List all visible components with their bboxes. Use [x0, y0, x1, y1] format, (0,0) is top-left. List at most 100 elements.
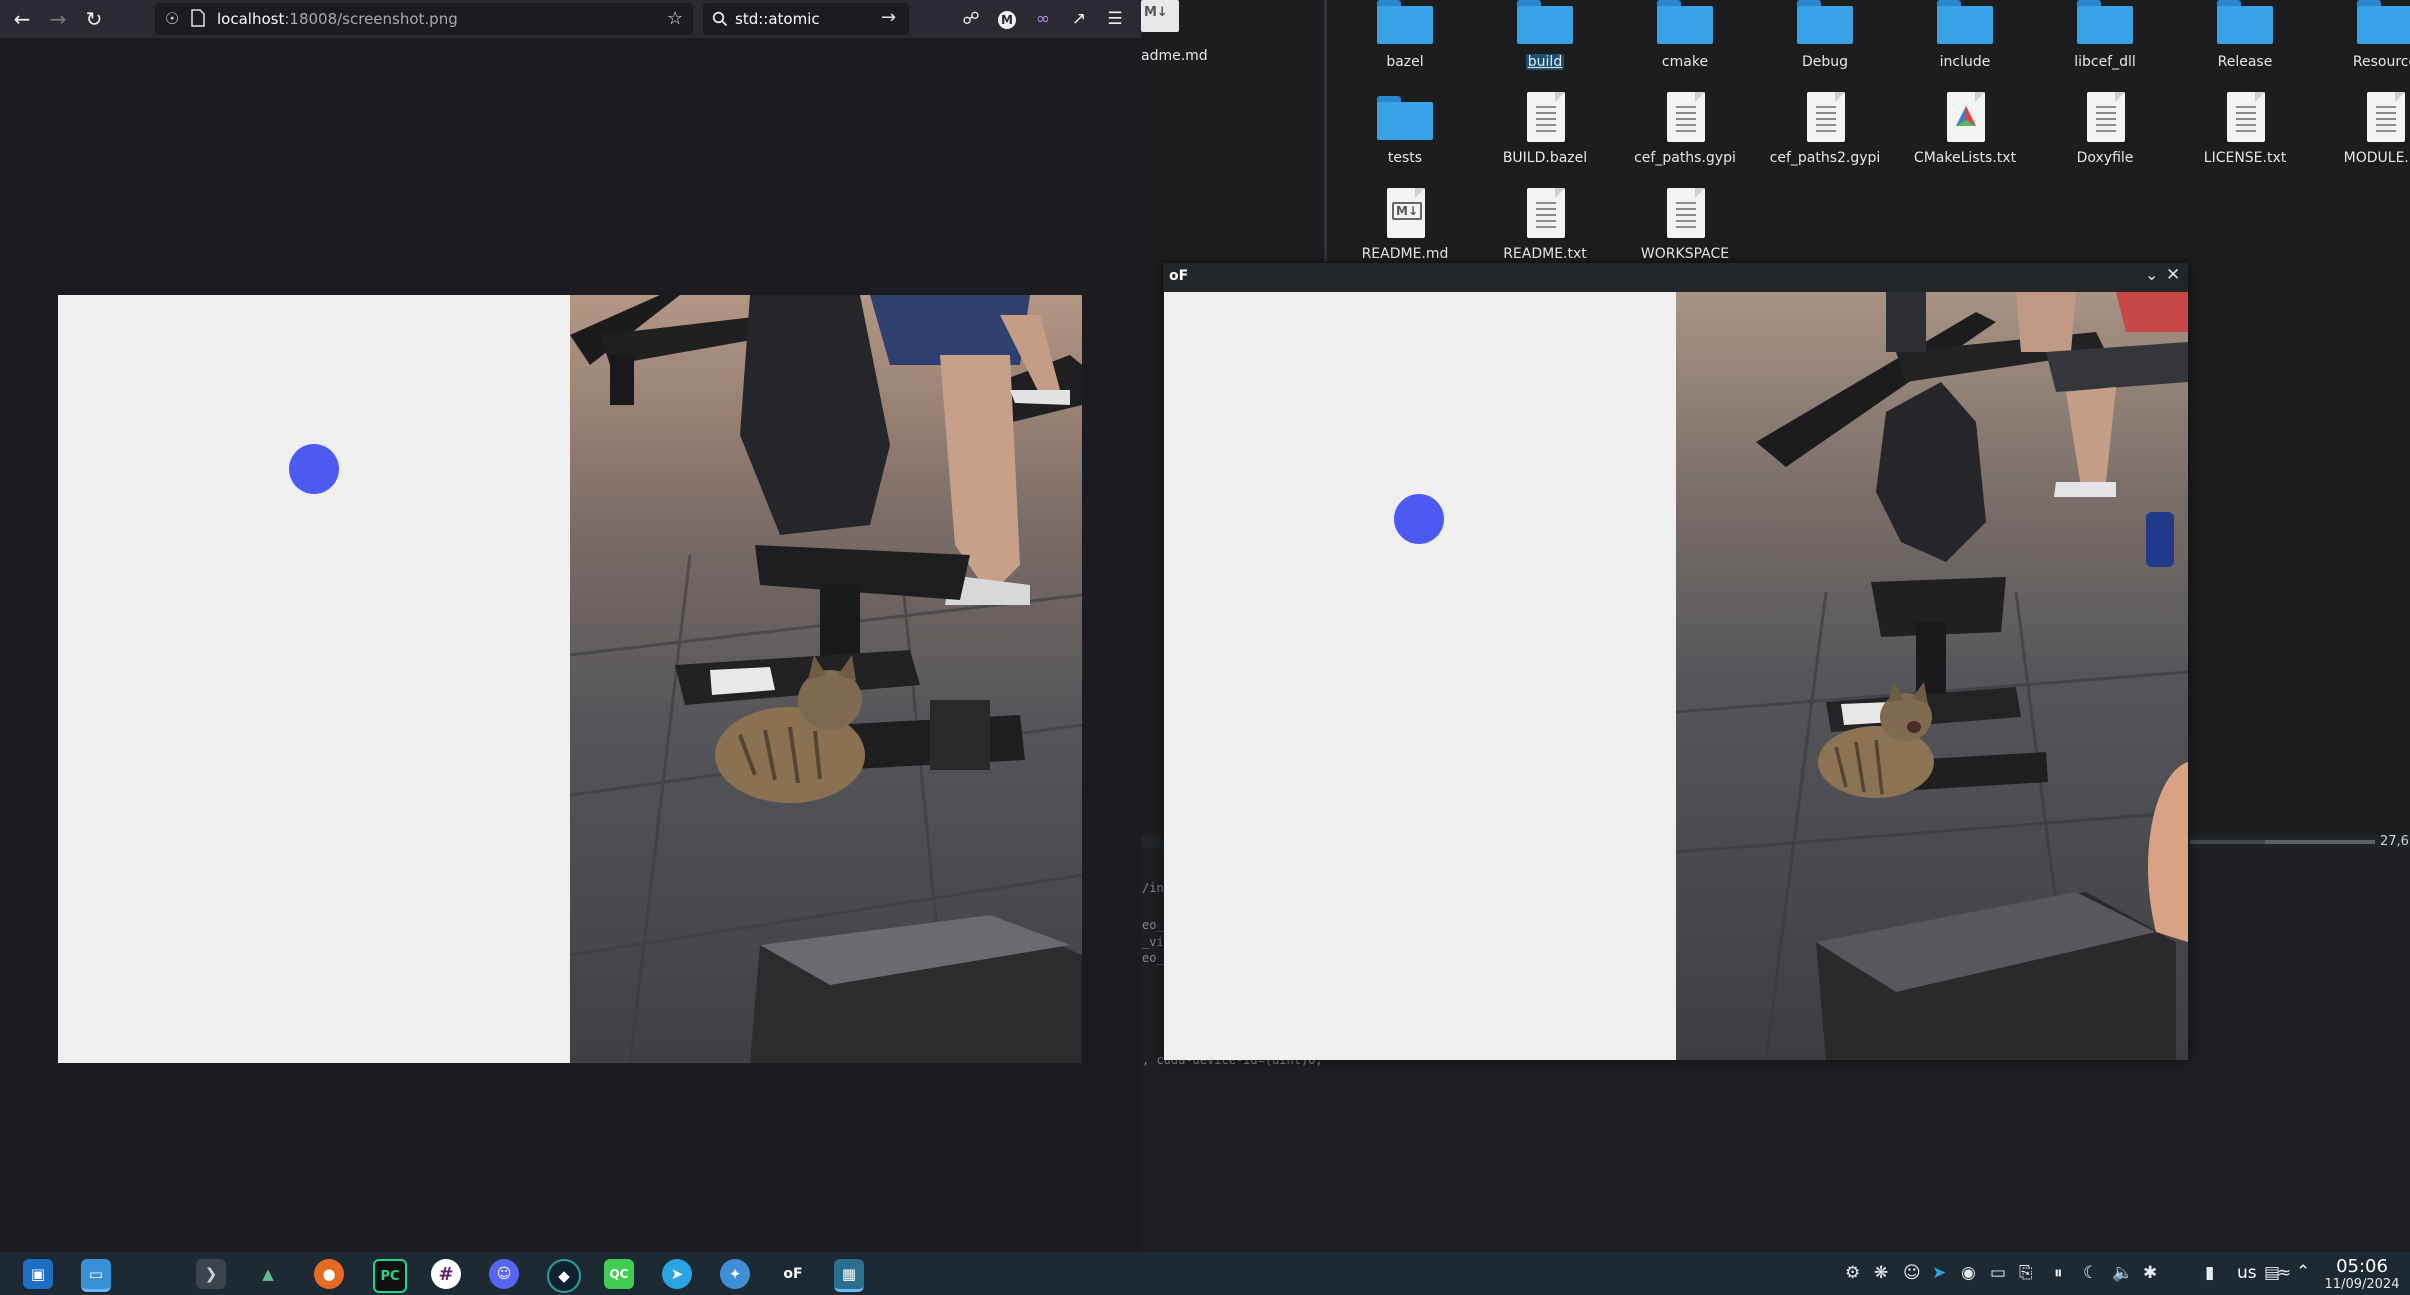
file-label: WORKSPACE: [1620, 246, 1750, 262]
chevron-up-icon[interactable]: ⌃: [2296, 1262, 2310, 1282]
menu-icon[interactable]: ☰: [1102, 6, 1128, 32]
openframeworks-icon[interactable]: oF: [778, 1259, 808, 1289]
close-icon[interactable]: ✕: [2166, 265, 2180, 285]
markdown-file-icon: M↓: [1141, 0, 1179, 32]
shield-icon[interactable]: ☉: [165, 9, 179, 28]
text-file-icon: [2087, 92, 2125, 142]
progress-label: 27,6: [2380, 834, 2409, 849]
extension-icon[interactable]: ∞: [1030, 6, 1056, 32]
file-item[interactable]: cef_paths.gypi: [1620, 90, 1750, 180]
file-item[interactable]: Doxyfile: [2040, 90, 2170, 180]
clipboard-icon[interactable]: ⎘: [2019, 1263, 2033, 1283]
discord-icon[interactable]: ☺: [489, 1259, 519, 1289]
folder-icon: [2357, 0, 2410, 46]
search-input[interactable]: std::atomic: [735, 10, 820, 28]
file-name: cef_paths2.gypi: [1769, 150, 1881, 166]
screenshot-tool-icon[interactable]: ▦: [834, 1259, 864, 1292]
file-item[interactable]: build: [1480, 0, 1610, 84]
blue-dot: [1394, 494, 1444, 544]
telegram-tray-icon[interactable]: ➤: [1932, 1263, 1946, 1283]
file-item[interactable]: cef_paths2.gypi: [1760, 90, 1890, 180]
discord-tray-icon[interactable]: ☺: [1903, 1263, 1921, 1283]
blue-dot: [289, 444, 339, 494]
system-monitor-icon[interactable]: ▲: [253, 1259, 283, 1289]
wifi-icon[interactable]: ≈: [2277, 1263, 2291, 1283]
file-item[interactable]: BUILD.bazel: [1480, 90, 1610, 180]
file-item[interactable]: tests: [1340, 90, 1470, 180]
pycharm-icon[interactable]: PC: [373, 1259, 407, 1293]
file-item[interactable]: cmake: [1620, 0, 1750, 84]
vpn-icon[interactable]: ◆: [547, 1259, 581, 1293]
file-item[interactable]: Debug: [1760, 0, 1890, 84]
window-titlebar[interactable]: oF ⌄ ✕: [1163, 263, 2188, 292]
bookmark-star-icon[interactable]: ☆: [667, 8, 683, 29]
app-logo: oF: [1169, 268, 1189, 284]
file-item[interactable]: LICENSE.txt: [2180, 90, 2310, 180]
file-label: README.txt: [1480, 246, 1610, 262]
file-item[interactable]: Resource: [2320, 0, 2410, 84]
file-name: README.md: [1361, 246, 1449, 262]
file-item[interactable]: include: [1900, 0, 2030, 84]
slack-icon[interactable]: #: [431, 1259, 461, 1289]
app-window[interactable]: oF ⌄ ✕: [1163, 263, 2188, 1060]
app-launcher-icon[interactable]: ▣: [23, 1259, 53, 1289]
battery-icon[interactable]: ▮: [2205, 1263, 2214, 1283]
volume-icon[interactable]: 🔈: [2112, 1263, 2133, 1283]
file-name: tests: [1387, 150, 1423, 166]
firefox-icon[interactable]: ●: [314, 1259, 344, 1289]
vpn-tray-icon[interactable]: ◉: [1961, 1263, 1976, 1283]
partial-file-item[interactable]: M↓ adme.md: [1141, 0, 1208, 64]
text-file-icon: [1527, 188, 1565, 238]
reload-icon[interactable]: ↻: [79, 4, 109, 34]
m-extension-icon[interactable]: M: [994, 6, 1020, 32]
slack-tray-icon[interactable]: ❋: [1874, 1263, 1888, 1283]
file-manager-icon[interactable]: ▭: [81, 1259, 111, 1292]
file-name: MODULE.ba: [2343, 150, 2410, 166]
file-name: cef_paths.gypi: [1634, 150, 1736, 166]
folder-icon: [1377, 0, 1433, 46]
file-name: build: [1525, 54, 1565, 70]
page-icon: [191, 9, 205, 27]
text-file-icon: [1807, 92, 1845, 142]
file-label: Resource: [2320, 54, 2410, 70]
file-label: BUILD.bazel: [1480, 150, 1610, 166]
file-item[interactable]: libcef_dll: [2040, 0, 2170, 84]
share-icon[interactable]: ↗: [1066, 6, 1092, 32]
notification-icon[interactable]: ⚙: [1845, 1263, 1860, 1283]
pocket-icon[interactable]: ☍: [958, 6, 984, 32]
night-light-icon[interactable]: ☾: [2083, 1263, 2098, 1283]
file-item[interactable]: CMakeLists.txt: [1900, 90, 2030, 180]
telegram-icon[interactable]: ➤: [662, 1259, 692, 1289]
folder-icon: [2217, 0, 2273, 46]
back-arrow-icon[interactable]: ←: [7, 4, 37, 34]
search-bar[interactable]: std::atomic →: [703, 3, 909, 35]
file-name: cmake: [1661, 54, 1709, 70]
file-item[interactable]: bazel: [1340, 0, 1470, 84]
chevron-down-icon[interactable]: ⌄: [2145, 265, 2158, 284]
remmina-icon[interactable]: ✦: [720, 1259, 750, 1289]
folder-icon: [2077, 0, 2133, 46]
forward-arrow-icon[interactable]: →: [43, 4, 73, 34]
display-tray-icon[interactable]: ▭: [1990, 1263, 2006, 1283]
terminal-icon[interactable]: ❯: [196, 1259, 226, 1289]
search-go-arrow-icon[interactable]: →: [881, 7, 896, 28]
file-label: libcef_dll: [2040, 54, 2170, 70]
media-pause-icon[interactable]: ⏸: [2054, 1263, 2063, 1283]
qt-creator-icon[interactable]: QC: [604, 1259, 634, 1289]
url-text[interactable]: localhost:18008/screenshot.png: [217, 10, 458, 28]
url-bar[interactable]: ☉ localhost:18008/screenshot.png ☆: [155, 3, 693, 35]
keyboard-layout-indicator[interactable]: us: [2237, 1263, 2257, 1283]
folder-icon: [1657, 0, 1713, 46]
file-label: build: [1480, 54, 1610, 70]
file-name: README.txt: [1503, 246, 1587, 262]
file-item[interactable]: MODULE.ba: [2320, 90, 2410, 180]
file-label: cmake: [1620, 54, 1750, 70]
file-name: libcef_dll: [2074, 54, 2136, 70]
clock[interactable]: 05:06 11/09/2024: [2321, 1257, 2403, 1293]
file-name: Resource: [2352, 54, 2410, 70]
file-item[interactable]: Release: [2180, 0, 2310, 84]
bluetooth-icon[interactable]: ✱: [2143, 1263, 2157, 1283]
file-label: cef_paths.gypi: [1620, 150, 1750, 166]
pane-divider[interactable]: [1324, 0, 1327, 262]
url-host: localhost: [217, 10, 285, 28]
